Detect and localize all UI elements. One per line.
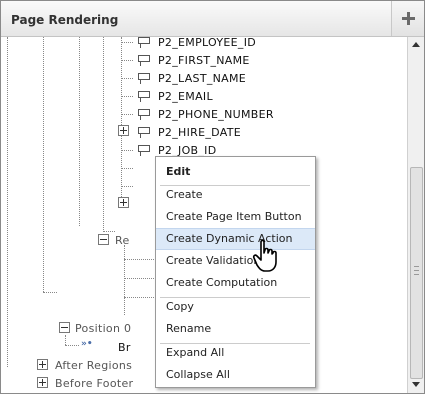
page-item-icon: [135, 53, 150, 66]
menu-item-label: Create Validation: [166, 254, 261, 267]
scroll-up-arrow-icon[interactable]: [408, 37, 424, 51]
menu-item-label: Copy: [166, 300, 194, 313]
menu-item-create-validation[interactable]: Create Validation: [156, 250, 315, 272]
context-menu: Edit Create Create Page Item Button Crea…: [155, 156, 316, 388]
scrollbar-thumb[interactable]: [410, 167, 423, 379]
menu-item-label: Edit: [166, 165, 191, 178]
tree-after-regions-label: After Regions: [55, 359, 133, 372]
menu-item-rename[interactable]: Rename: [156, 318, 315, 340]
menu-item-create-page-item-button[interactable]: Create Page Item Button: [156, 206, 315, 228]
menu-item-create[interactable]: Create: [156, 184, 315, 206]
menu-item-copy[interactable]: Copy: [156, 296, 315, 318]
tree-breadcrumb-label: Br: [118, 341, 131, 354]
page-item-icon: [135, 37, 150, 48]
menu-item-label: Create Page Item Button: [166, 210, 302, 223]
tree-item-label: P2_HIRE_DATE: [158, 126, 241, 139]
menu-item-expand-all[interactable]: Expand All: [156, 342, 315, 364]
panel-title: Page Rendering: [11, 13, 119, 27]
tree-region-label: Re: [115, 234, 130, 247]
menu-item-label: Collapse All: [166, 368, 230, 381]
tree-item-label: P2_FIRST_NAME: [158, 54, 250, 67]
menu-item-label: Create: [166, 188, 203, 201]
vertical-scrollbar[interactable]: [407, 37, 424, 393]
tree-item-label: P2_LAST_NAME: [158, 72, 247, 85]
panel-header: Page Rendering: [1, 1, 424, 37]
expand-toggle-icon[interactable]: [37, 377, 48, 388]
tree-item-label: P2_PHONE_NUMBER: [158, 108, 274, 121]
expand-toggle-icon[interactable]: [118, 197, 129, 208]
expand-toggle-icon[interactable]: [37, 359, 48, 370]
page-item-icon: [135, 89, 150, 102]
page-item-icon: [135, 71, 150, 84]
menu-item-create-dynamic-action[interactable]: Create Dynamic Action: [156, 228, 315, 250]
menu-item-label: Expand All: [166, 346, 225, 359]
menu-item-edit[interactable]: Edit: [156, 161, 315, 183]
page-item-icon: [135, 143, 150, 156]
hand-cursor-icon: [252, 239, 277, 272]
scroll-down-arrow-icon[interactable]: [408, 377, 424, 391]
breadcrumb-arrow-icon: »•: [81, 339, 93, 349]
expand-toggle-icon[interactable]: [118, 125, 129, 136]
page-item-icon: [135, 125, 150, 138]
page-item-icon: [135, 107, 150, 120]
menu-item-create-computation[interactable]: Create Computation: [156, 272, 315, 294]
add-button[interactable]: [391, 1, 424, 36]
menu-item-label: Create Computation: [166, 276, 278, 289]
tree-position-label: Position 0: [75, 322, 132, 335]
collapse-toggle-icon[interactable]: [98, 234, 109, 245]
tree-item-label: P2_EMAIL: [158, 90, 213, 103]
tree-before-footer-label: Before Footer: [55, 377, 134, 390]
menu-item-label: Rename: [166, 322, 212, 335]
collapse-toggle-icon[interactable]: [59, 322, 70, 333]
tree-item-label: P2_EMPLOYEE_ID: [158, 37, 257, 49]
menu-item-collapse-all[interactable]: Collapse All: [156, 364, 315, 386]
grip-icon: [414, 266, 419, 275]
page-rendering-panel: Page Rendering P2_EMPLOYEE_ID P2_FIRST_N…: [0, 0, 425, 394]
